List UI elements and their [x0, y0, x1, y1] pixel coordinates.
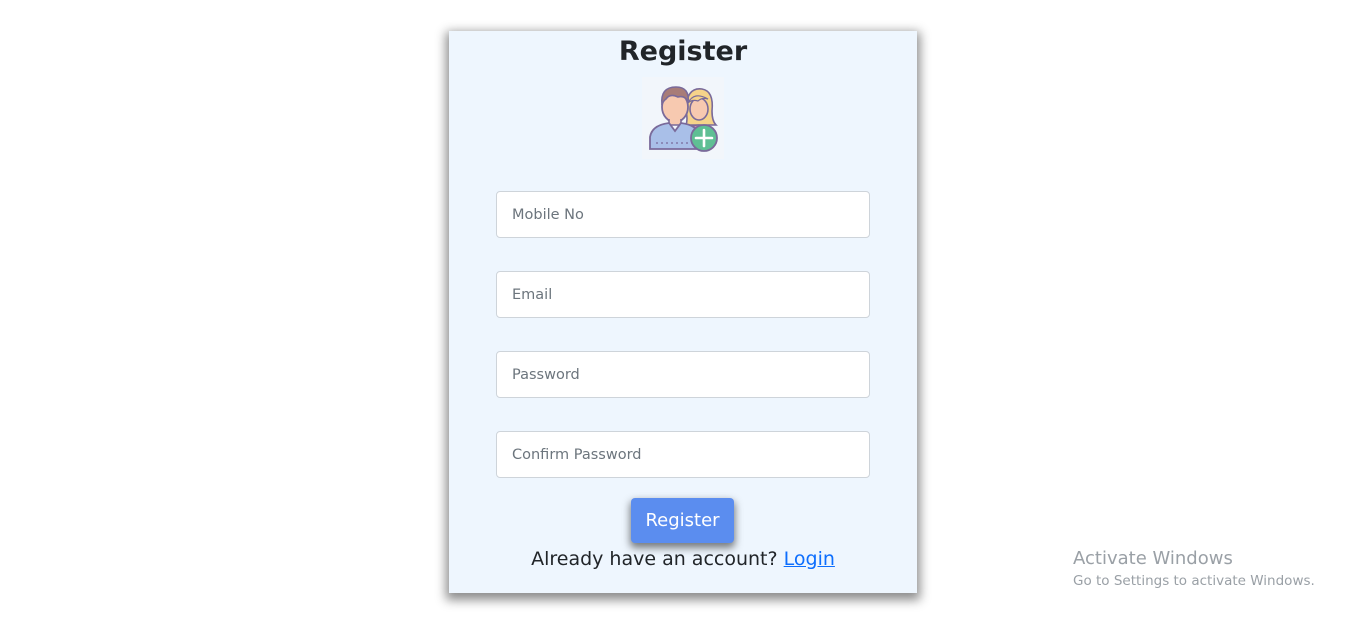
- login-link[interactable]: Login: [784, 548, 835, 570]
- watermark-subtitle: Go to Settings to activate Windows.: [1073, 573, 1315, 589]
- password-input[interactable]: [496, 351, 870, 398]
- email-input[interactable]: [496, 271, 870, 318]
- add-users-icon: [642, 77, 724, 159]
- windows-activation-watermark: Activate Windows Go to Settings to activ…: [1073, 547, 1315, 591]
- page: Register Register: [0, 0, 1360, 621]
- page-title: Register: [618, 36, 748, 67]
- mobile-no-input[interactable]: [496, 191, 870, 238]
- register-button[interactable]: Register: [631, 498, 734, 543]
- confirm-password-input[interactable]: [496, 431, 870, 478]
- login-prompt-text: Already have an account?: [531, 548, 778, 570]
- login-prompt: Already have an account? Login: [449, 546, 917, 572]
- watermark-title: Activate Windows: [1073, 548, 1233, 569]
- register-card: Register Register: [449, 31, 917, 593]
- add-users-illustration: [649, 86, 718, 152]
